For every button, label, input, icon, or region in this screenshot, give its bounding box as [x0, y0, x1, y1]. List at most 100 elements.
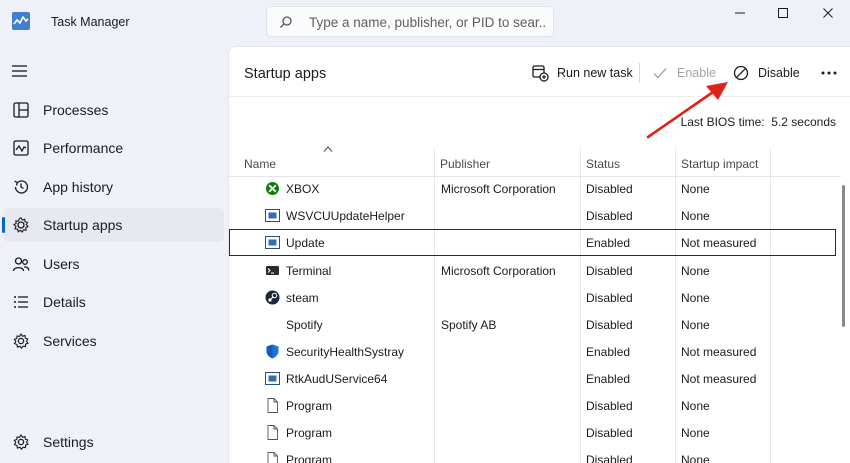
run-new-task-button[interactable]: Run new task [531, 61, 633, 85]
close-button[interactable] [805, 0, 850, 26]
row-name: SecurityHealthSystray [286, 345, 405, 359]
column-header-startup-impact[interactable]: Startup impact [681, 157, 758, 171]
startup-apps-icon [13, 217, 29, 233]
details-icon [14, 296, 28, 308]
minimize-button[interactable] [717, 0, 763, 26]
app-title: Task Manager [51, 15, 130, 29]
sidebar-item-performance[interactable]: Performance [4, 131, 224, 165]
sidebar-item-app-history[interactable]: App history [4, 170, 224, 204]
row-status: Disabled [586, 264, 633, 278]
maximize-icon [778, 8, 788, 18]
sidebar-item-label: Startup apps [43, 217, 123, 233]
row-impact: None [681, 453, 710, 463]
column-header-name[interactable]: Name [244, 157, 276, 171]
row-impact: None [681, 318, 710, 332]
table-row[interactable]: Program Disabled None [229, 392, 836, 419]
sidebar-item-label: App history [43, 179, 114, 195]
sidebar-item-users[interactable]: Users [4, 247, 224, 281]
row-name: XBOX [286, 182, 320, 196]
shield-icon [266, 344, 279, 359]
sidebar-item-label: Services [43, 333, 97, 349]
row-name: Spotify [286, 318, 323, 332]
row-status: Enabled [586, 345, 631, 359]
row-status: Enabled [586, 372, 631, 386]
column-header-status[interactable]: Status [586, 157, 620, 171]
more-options-button[interactable] [817, 61, 841, 85]
file-icon [267, 452, 278, 463]
row-status: Disabled [586, 399, 633, 413]
sidebar-item-processes[interactable]: Processes [4, 93, 224, 127]
row-name: WSVCUUpdateHelper [286, 209, 405, 223]
users-icon [12, 257, 30, 272]
table-row[interactable]: steam Disabled None [229, 284, 836, 311]
hamburger-menu-icon[interactable] [10, 62, 30, 80]
row-impact: None [681, 264, 710, 278]
row-impact: None [681, 209, 710, 223]
xbox-icon [266, 182, 279, 195]
sort-ascending-icon [323, 146, 333, 152]
row-status: Disabled [586, 318, 633, 332]
sidebar-item-label: Performance [43, 140, 124, 156]
disable-label: Disable [758, 66, 800, 80]
performance-icon [13, 140, 29, 156]
vertical-scrollbar[interactable] [842, 185, 845, 327]
sidebar-item-label: Settings [43, 434, 94, 450]
services-icon [13, 332, 29, 350]
row-impact: None [681, 182, 710, 196]
row-status: Disabled [586, 426, 633, 440]
annotation-arrow-icon [646, 82, 728, 139]
maximize-button[interactable] [760, 0, 806, 26]
row-impact: Not measured [681, 372, 757, 386]
sidebar-item-startup-apps[interactable]: Startup apps [2, 208, 224, 242]
search-input[interactable] [309, 11, 547, 33]
table-row[interactable]: Program Disabled None [229, 446, 836, 463]
file-icon [267, 398, 278, 413]
title-bar: Task Manager [0, 0, 850, 44]
row-name: Program [286, 426, 333, 440]
run-new-task-label: Run new task [557, 66, 633, 80]
task-manager-logo-icon [12, 12, 30, 30]
table-row[interactable]: SecurityHealthSystray Enabled Not measur… [229, 338, 836, 365]
search-icon [280, 16, 292, 28]
main-panel: Startup apps Run new task Enable Disable… [228, 46, 850, 463]
sidebar: Processes Performance App history Startu… [0, 44, 228, 463]
terminal-icon [266, 266, 279, 275]
sidebar-item-settings[interactable]: Settings [4, 425, 224, 459]
row-status: Disabled [586, 209, 633, 223]
row-impact: Not measured [681, 345, 757, 359]
row-impact: None [681, 399, 710, 413]
table-row[interactable]: WSVCUUpdateHelper Disabled None [229, 202, 836, 229]
app-history-icon [14, 180, 29, 194]
processes-icon [13, 102, 29, 118]
toolbar-divider [639, 63, 640, 83]
table-row[interactable]: Program Disabled None [229, 419, 836, 446]
table-row[interactable]: RtkAudUService64 Enabled Not measured [229, 365, 836, 392]
sidebar-item-services[interactable]: Services [4, 324, 224, 358]
table-row[interactable]: Terminal Microsoft Corporation Disabled … [229, 257, 836, 284]
row-name: Program [286, 399, 333, 413]
run-new-task-icon [532, 65, 549, 82]
row-status: Disabled [586, 291, 633, 305]
row-status: Enabled [586, 236, 631, 250]
column-header-publisher[interactable]: Publisher [440, 157, 490, 171]
sidebar-item-details[interactable]: Details [4, 285, 224, 319]
row-name: Update [286, 236, 325, 250]
command-bar: Startup apps Run new task Enable Disable [229, 47, 850, 97]
row-status: Disabled [586, 182, 633, 196]
sidebar-item-label: Details [43, 294, 86, 310]
row-name: steam [286, 291, 319, 305]
steam-icon [265, 290, 280, 305]
app-window-icon [265, 209, 280, 222]
disable-button[interactable]: Disable [732, 61, 800, 85]
file-icon [267, 425, 278, 440]
settings-gear-icon [13, 433, 29, 451]
row-name: RtkAudUService64 [286, 372, 388, 386]
more-options-icon [821, 71, 837, 75]
table-row[interactable]: XBOX Microsoft Corporation Disabled None [229, 175, 836, 202]
row-status: Disabled [586, 453, 633, 463]
table-row[interactable]: Spotify Spotify AB Disabled None [229, 311, 836, 338]
disable-icon [733, 65, 749, 81]
table-row-selected[interactable]: Update Enabled Not measured [229, 229, 836, 256]
row-name: Program [286, 453, 333, 463]
search-box[interactable] [266, 6, 554, 37]
